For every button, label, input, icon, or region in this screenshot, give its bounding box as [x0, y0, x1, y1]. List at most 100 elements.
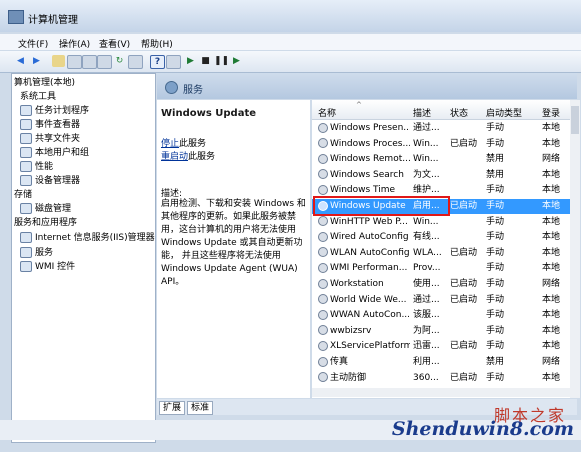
table-row[interactable]: Windows Presen... 通过... 手动 本地: [312, 121, 570, 136]
service-start-cell: 手动: [486, 294, 505, 305]
column-startup-type[interactable]: 启动类型: [486, 106, 522, 119]
gear-icon: [318, 294, 328, 305]
table-row[interactable]: wwbizsrv 为阿... 手动 本地: [312, 324, 570, 339]
service-name-cell: 主动防御: [318, 371, 410, 386]
table-row[interactable]: Windows Proces... Win... 已启动 手动 本地: [312, 137, 570, 152]
table-row[interactable]: Windows Search 为文... 禁用 本地: [312, 168, 570, 183]
service-desc-cell: 迅雷...: [413, 341, 440, 352]
pause-service-icon[interactable]: ❚❚: [214, 55, 229, 67]
service-name-cell: Windows Search: [318, 168, 410, 183]
service-start-cell: 手动: [486, 201, 505, 211]
menu-file[interactable]: 文件(F): [18, 37, 48, 50]
menu-action[interactable]: 操作(A): [59, 37, 90, 50]
forward-icon[interactable]: ▶: [30, 55, 43, 67]
service-name-cell: World Wide We...: [318, 293, 410, 308]
up-folder-icon[interactable]: [52, 55, 65, 67]
tree-item-device-manager[interactable]: 设备管理器: [20, 174, 80, 188]
iis-icon: [20, 232, 32, 243]
tree-item-iis-manager[interactable]: Internet 信息服务(IIS)管理器: [20, 231, 155, 245]
service-start-cell: 手动: [486, 279, 505, 289]
service-detail-pane: Windows Update 停止此服务 重启动此服务 描述: 启用检测、下载和…: [157, 100, 310, 398]
tree-item-system-tools[interactable]: 系统工具: [20, 90, 56, 104]
stop-service-link[interactable]: 停止: [161, 139, 179, 149]
horizontal-scrollbar[interactable]: [312, 388, 570, 397]
highlight-box: [313, 196, 450, 216]
menu-help[interactable]: 帮助(H): [141, 37, 173, 50]
table-row[interactable]: Windows Remot... Win... 禁用 网络: [312, 152, 570, 167]
stop-service-link-row: 停止此服务: [161, 139, 207, 149]
service-name-heading: Windows Update: [161, 108, 257, 119]
tree-item-event-viewer[interactable]: 事件查看器: [20, 118, 80, 132]
help-icon[interactable]: ?: [150, 55, 165, 69]
column-status[interactable]: 状态: [450, 106, 468, 119]
scrollbar-thumb[interactable]: [571, 106, 579, 134]
back-icon[interactable]: ◀: [14, 55, 27, 67]
service-start-cell: 手动: [486, 325, 505, 336]
gear-icon: [318, 309, 328, 320]
tab-extended[interactable]: 扩展: [159, 401, 186, 415]
disk-icon: [20, 203, 32, 214]
service-desc-cell: 为阿...: [413, 325, 440, 336]
refresh-icon[interactable]: ↻: [113, 55, 126, 67]
vertical-scrollbar[interactable]: [570, 100, 580, 398]
tree-item-storage[interactable]: 存储: [14, 188, 32, 202]
column-log-on-as[interactable]: 登录: [542, 106, 560, 119]
list-view-icon[interactable]: [82, 55, 97, 69]
description-text: 启用检测、下载和安装 Windows 和 其他程序的更新。如果此服务被禁 用，这…: [161, 199, 306, 287]
service-name-cell: Windows Presen...: [318, 121, 410, 136]
menu-view[interactable]: 查看(V): [99, 37, 130, 50]
gear-icon: [318, 169, 328, 180]
tree-item-disk-management[interactable]: 磁盘管理: [20, 202, 71, 216]
service-logon-cell: 本地: [542, 247, 561, 258]
table-row[interactable]: Workstation 使用... 已启动 手动 网络: [312, 277, 570, 292]
table-row[interactable]: World Wide We... 通过... 已启动 手动 本地: [312, 293, 570, 308]
service-name-text: wwbizsrv: [330, 325, 372, 336]
tree-item-services-and-apps[interactable]: 服务和应用程序: [14, 216, 77, 230]
tree-item-local-users[interactable]: 本地用户和组: [20, 146, 89, 160]
table-row[interactable]: XLServicePlatform 迅雷... 已启动 手动 本地: [312, 339, 570, 354]
column-name[interactable]: 名称: [318, 106, 336, 119]
service-logon-cell: 本地: [542, 325, 561, 336]
tree-item-computer-management[interactable]: 算机管理(本地): [14, 76, 75, 90]
gear-icon: [318, 325, 328, 336]
tree-item-task-scheduler[interactable]: 任务计划程序: [20, 104, 89, 118]
tree-item-performance[interactable]: 性能: [20, 160, 53, 174]
service-name-cell: Wired AutoConfig: [318, 230, 410, 245]
toolbar: ◀ ▶ ↻ ? ▶ ■ ❚❚ ▶: [0, 51, 581, 73]
table-row[interactable]: WinHTTP Web P... Win... 手动 本地: [312, 215, 570, 230]
restart-service-link[interactable]: 重启动: [161, 152, 188, 162]
tree-item-shared-folders[interactable]: 共享文件夹: [20, 132, 80, 146]
tree-item-services[interactable]: 服务: [20, 246, 53, 260]
table-row[interactable]: WWAN AutoCon... 该服... 手动 本地: [312, 308, 570, 323]
gear-icon: [318, 278, 328, 289]
console-icon[interactable]: [166, 55, 181, 69]
service-logon-cell: 网络: [542, 154, 561, 165]
table-row[interactable]: 传真 利用... 禁用 网络: [312, 355, 570, 370]
tree-item-wmi-control[interactable]: WMI 控件: [20, 260, 75, 274]
service-start-cell: 手动: [486, 341, 505, 352]
stop-service-icon[interactable]: ■: [199, 55, 212, 67]
services-header: 服务: [157, 73, 577, 99]
menu-bar: 文件(F) 操作(A) 查看(V) 帮助(H): [0, 34, 581, 50]
column-description[interactable]: 描述: [413, 106, 431, 119]
restart-service-icon[interactable]: ▶: [230, 55, 243, 67]
service-desc-cell: 为文...: [413, 169, 440, 180]
computer-management-icon: [8, 10, 24, 24]
table-row[interactable]: Wired AutoConfig 有线... 手动 本地: [312, 230, 570, 245]
tab-standard[interactable]: 标准: [187, 401, 214, 415]
export-list-icon[interactable]: [128, 55, 143, 69]
show-tree-icon[interactable]: [67, 55, 82, 69]
table-row[interactable]: WMI Performan... Prov... 手动 本地: [312, 261, 570, 276]
service-logon-cell: 本地: [542, 138, 561, 149]
service-desc-cell: 通过...: [413, 294, 440, 305]
table-row[interactable]: WLAN AutoConfig WLA... 已启动 手动 本地: [312, 246, 570, 261]
service-logon-cell: 本地: [542, 123, 561, 133]
console-tree: 算机管理(本地) 系统工具 任务计划程序 事件查看器 共享文件夹 本地用户和组 …: [11, 73, 156, 443]
table-row[interactable]: 主动防御 360... 已启动 手动 本地: [312, 371, 570, 386]
services-list-header: 名称 ^ 描述 状态 启动类型 登录: [312, 100, 570, 120]
service-name-cell: WinHTTP Web P...: [318, 215, 410, 230]
gear-icon: [318, 153, 328, 164]
start-service-icon[interactable]: ▶: [184, 55, 197, 67]
properties-icon[interactable]: [97, 55, 112, 69]
window-title: 计算机管理: [28, 15, 78, 26]
